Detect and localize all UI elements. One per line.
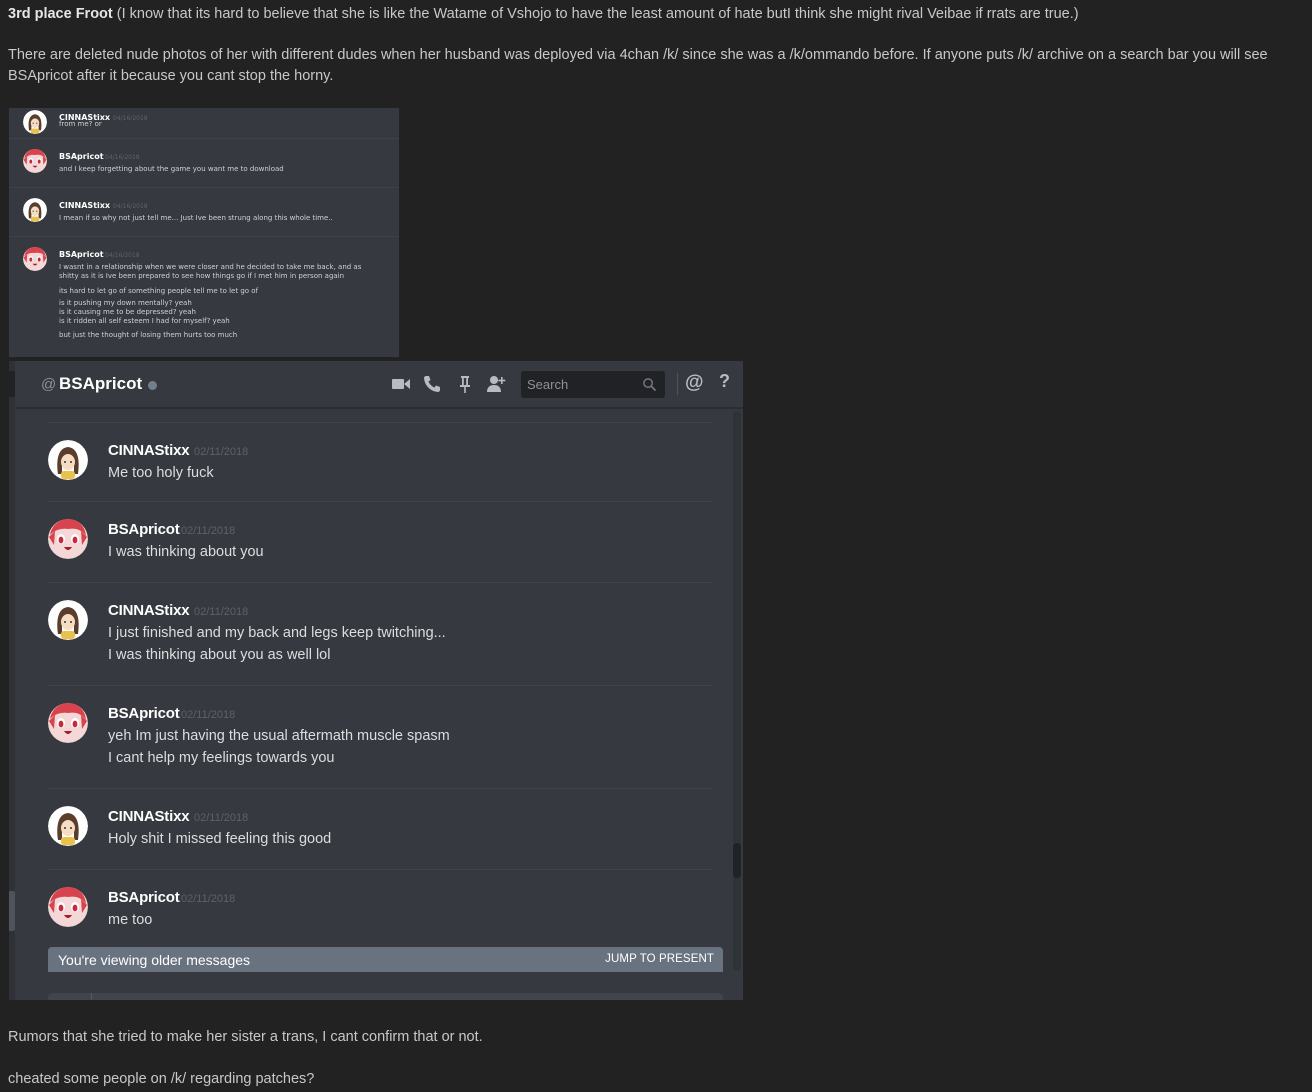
pinned-messages-icon[interactable]: [455, 374, 475, 394]
message-text: is it causing me to be depressed? yeah: [59, 308, 196, 316]
magnifier-icon: [642, 377, 657, 392]
add-friend-to-dm-icon[interactable]: [486, 374, 506, 394]
message-text: Holy shit I missed feeling this good: [108, 831, 332, 847]
mentions-icon[interactable]: @: [685, 372, 704, 394]
message-list: CINNAStixx 02/11/2018 Me too holy fuck BSAp…: [15, 408, 727, 952]
message-author: CINNAStixx: [59, 201, 111, 210]
small-chat-message: BSApricot 04/16/2018 and I keep forgetting…: [9, 138, 399, 188]
composer-divider: [91, 993, 92, 1000]
message-text: Me too holy fuck: [108, 465, 214, 481]
message-composer[interactable]: [48, 993, 723, 1000]
post-paragraph-3: cheated some people on /k/ regarding pat…: [8, 1071, 315, 1087]
small-chat-screenshot: CINNAStixx 04/16/2018 from me? or BSApricot…: [9, 108, 399, 357]
small-chat-message: CINNAStixx 04/16/2018 from me? or: [9, 108, 399, 138]
message-text: I just finished and my back and legs kee…: [108, 625, 446, 641]
help-icon[interactable]: ?: [719, 371, 730, 392]
discord-dm-screenshot: @ BSApricot Search @ ? CINNAStixx 02/11/2…: [9, 361, 743, 1000]
small-chat-message: CINNAStixx 04/16/2018 I mean if so why not…: [9, 187, 399, 237]
message-author[interactable]: BSApricot: [108, 521, 180, 538]
chat-message: BSApricot 02/11/2018 yeh Im just having th…: [47, 685, 713, 789]
user-avatar: [23, 110, 47, 134]
chat-message: CINNAStixx 02/11/2018 Holy shit I missed f…: [47, 788, 713, 870]
chat-message: BSApricot 02/11/2018 me too: [47, 869, 713, 952]
user-avatar[interactable]: [48, 887, 88, 927]
paragraph-line: BSApricot after it because you cant stop…: [8, 68, 334, 84]
user-avatar[interactable]: [48, 440, 88, 480]
message-author[interactable]: CINNAStixx: [108, 602, 190, 619]
dm-recipient-name[interactable]: BSApricot: [59, 374, 142, 394]
post-heading: 3rd place Froot (I know that its hard to…: [8, 4, 1312, 25]
heading-note: (I know that its hard to believe that sh…: [112, 6, 1079, 22]
message-text: and I keep forgetting about the game you…: [59, 165, 284, 173]
user-avatar: [23, 247, 47, 271]
message-date: 04/16/2018: [105, 252, 140, 259]
small-chat-message: BSApricot 04/16/2018 I wasnt in a relation…: [9, 236, 399, 357]
search-input[interactable]: Search: [521, 371, 665, 398]
message-text: but just the thought of losing them hurt…: [59, 331, 238, 339]
message-timestamp: 02/11/2018: [181, 893, 236, 905]
message-author: BSApricot: [59, 250, 104, 259]
message-text: I was thinking about you: [108, 544, 264, 560]
message-text: is it pushing my down mentally? yeah: [59, 299, 192, 307]
user-avatar: [23, 149, 47, 173]
status-offline-indicator: [148, 381, 157, 390]
message-text: I was thinking about you as well lol: [108, 647, 331, 663]
post-paragraph-2: Rumors that she tried to make her sister…: [8, 1029, 483, 1045]
message-text: I mean if so why not just tell me... Jus…: [59, 214, 333, 222]
message-date: 04/16/2018: [105, 154, 140, 161]
user-avatar: [23, 198, 47, 222]
header-divider: [677, 373, 678, 395]
message-author[interactable]: CINNAStixx: [108, 442, 190, 459]
message-author[interactable]: BSApricot: [108, 889, 180, 906]
channel-header: @ BSApricot Search @ ?: [15, 361, 743, 408]
message-author[interactable]: BSApricot: [108, 705, 180, 722]
user-avatar[interactable]: [48, 806, 88, 846]
message-timestamp: 02/11/2018: [194, 446, 249, 458]
user-avatar[interactable]: [48, 519, 88, 559]
chat-message: CINNAStixx 02/11/2018 I just finished and …: [47, 582, 713, 686]
scrollbar-thumb[interactable]: [733, 843, 741, 878]
message-timestamp: 02/11/2018: [181, 709, 236, 721]
user-avatar[interactable]: [48, 703, 88, 743]
chat-message: CINNAStixx 02/11/2018 Me too holy fuck: [47, 422, 713, 502]
voice-call-icon[interactable]: [422, 374, 442, 394]
rank-title: 3rd place Froot: [8, 6, 113, 22]
message-author[interactable]: CINNAStixx: [108, 808, 190, 825]
message-timestamp: 02/11/2018: [194, 812, 249, 824]
message-text: I wasnt in a relationship when we were c…: [59, 263, 362, 280]
message-text: from me? or: [59, 120, 102, 128]
older-messages-bar: You're viewing older messages JUMP TO PR…: [48, 947, 723, 972]
older-messages-notice: You're viewing older messages: [58, 952, 251, 968]
message-text: its hard to let go of something people t…: [59, 287, 259, 295]
at-icon: @: [41, 376, 57, 393]
message-timestamp: 02/11/2018: [181, 525, 236, 537]
jump-to-present-button[interactable]: JUMP TO PRESENT: [605, 953, 714, 965]
video-call-icon[interactable]: [391, 374, 411, 394]
chat-message: BSApricot 02/11/2018 I was thinking about …: [47, 501, 713, 583]
message-date: 04/16/2018: [113, 203, 148, 210]
message-text: me too: [108, 912, 153, 928]
post-paragraph-1: There are deleted nude photos of her wit…: [8, 45, 1312, 87]
message-author: BSApricot: [59, 152, 104, 161]
paragraph-line: There are deleted nude photos of her wit…: [8, 47, 1268, 63]
scrollbar-track[interactable]: [733, 411, 741, 971]
user-avatar[interactable]: [48, 600, 88, 640]
search-placeholder: Search: [527, 377, 569, 392]
message-timestamp: 02/11/2018: [194, 606, 249, 618]
message-text: I cant help my feelings towards you: [108, 750, 335, 766]
message-text: is it ridden all self esteem I had for m…: [59, 317, 230, 325]
message-text: yeh Im just having the usual aftermath m…: [108, 728, 450, 744]
